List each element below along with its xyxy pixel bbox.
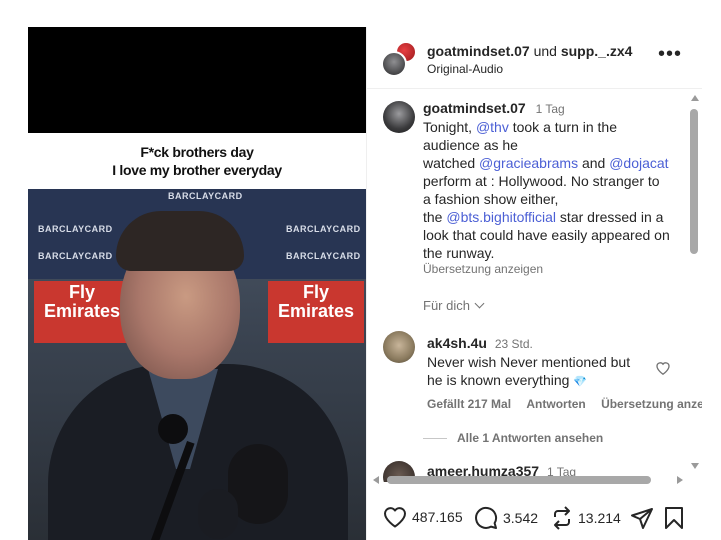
- header-connector: und: [533, 43, 557, 59]
- like-button[interactable]: 487.165: [383, 506, 463, 528]
- header-usernames: goatmindset.07 und supp._.zx4: [427, 43, 632, 59]
- mention-link[interactable]: @gracieabrams: [479, 155, 578, 171]
- repost-icon: [554, 506, 570, 530]
- header-collaborator-link[interactable]: supp._.zx4: [561, 43, 633, 59]
- translate-link[interactable]: Übersetzung anzeigen: [423, 262, 543, 276]
- fly-text: Fly: [68, 282, 95, 302]
- caption-line: look that could have easily appeared on: [423, 227, 670, 243]
- post-header: goatmindset.07 und supp._.zx4 Original-A…: [367, 27, 702, 89]
- microphone-3: [198, 489, 238, 539]
- paper-plane-icon: [631, 508, 653, 529]
- reel-video[interactable]: F*ck brothers day I love my brother ever…: [28, 27, 366, 540]
- caption-line: a fashion show either,: [423, 191, 559, 207]
- caption-line-2: I love my brother everyday: [112, 162, 282, 178]
- banner-text-5: BARCLAYCARD: [286, 251, 361, 261]
- comments-scroll-area[interactable]: goatmindset.07 1 Tag Tonight, @thv took …: [367, 89, 702, 482]
- post-action-bar: 487.165 3.542 13.214: [367, 500, 702, 540]
- emirates-text: Emirates: [43, 301, 121, 321]
- gem-emoji: 💎: [573, 376, 588, 388]
- comment-button[interactable]: 3.542: [474, 506, 538, 530]
- banner-text-4: BARCLAYCARD: [38, 251, 113, 261]
- scrollbar-thumb[interactable]: [690, 109, 698, 254]
- comment-icon: [475, 506, 498, 529]
- mention-link[interactable]: @thv: [476, 119, 509, 135]
- horizontal-scrollbar[interactable]: [373, 475, 683, 485]
- for-you-dropdown[interactable]: Für dich: [423, 298, 485, 313]
- emirates-text: Emirates: [277, 301, 355, 321]
- save-button[interactable]: [664, 506, 684, 530]
- scroll-left-arrow-icon[interactable]: [373, 476, 379, 484]
- comment-translate-link[interactable]: Übersetzung anze: [601, 397, 702, 411]
- more-options-icon[interactable]: •••: [658, 44, 682, 64]
- comment: ak4sh.4u 23 Std. Never wish Never mentio…: [427, 334, 647, 391]
- caption-line-1: F*ck brothers day: [140, 144, 254, 160]
- audio-link[interactable]: Original-Audio: [427, 62, 503, 76]
- video-frame: BARCLAYCARD BARCLAYCARD BARCLAYCARD BARC…: [28, 189, 366, 540]
- mention-link[interactable]: @dojacat: [609, 155, 668, 171]
- sponsor-board-left: Fly Emirates: [34, 281, 130, 343]
- microphone: [158, 414, 188, 444]
- view-replies-button[interactable]: Alle 1 Antworten ansehen: [423, 431, 603, 445]
- share-button[interactable]: [630, 506, 654, 530]
- bookmark-icon: [665, 507, 683, 529]
- heart-icon: [384, 507, 406, 528]
- like-comment-heart-icon[interactable]: [655, 360, 671, 380]
- chevron-down-icon: [474, 298, 485, 309]
- caption-line: watched @gracieabrams and @dojacat: [423, 155, 669, 171]
- comment-time: 23 Std.: [494, 337, 533, 351]
- video-caption: F*ck brothers day I love my brother ever…: [28, 133, 366, 189]
- post-username-link[interactable]: goatmindset.07: [423, 100, 526, 116]
- avatar[interactable]: [383, 101, 415, 133]
- caption-line: perform at : Hollywood. No stranger to: [423, 173, 660, 189]
- comment-text: Never wish Never mentioned but: [427, 354, 631, 370]
- avatar[interactable]: [383, 331, 415, 363]
- comment-actions: Gefällt 217 Mal Antworten Übersetzung an…: [427, 397, 702, 411]
- comment-text: he is known everything: [427, 372, 570, 388]
- post-caption: goatmindset.07 1 Tag Tonight, @thv took …: [423, 99, 679, 262]
- like-count: 487.165: [412, 509, 463, 525]
- sponsor-board-right: Fly Emirates: [268, 281, 364, 343]
- comment-username-link[interactable]: ak4sh.4u: [427, 335, 487, 351]
- divider: [423, 438, 447, 440]
- banner-text-1: BARCLAYCARD: [168, 191, 243, 201]
- post-time: 1 Tag: [535, 102, 565, 116]
- banner-text-3: BARCLAYCARD: [286, 224, 361, 234]
- for-you-label: Für dich: [423, 298, 470, 313]
- reply-button[interactable]: Antworten: [526, 397, 585, 411]
- scroll-up-arrow-icon[interactable]: [691, 95, 699, 101]
- fly-text: Fly: [302, 282, 329, 302]
- caption-line: the runway.: [423, 245, 495, 261]
- vertical-scrollbar[interactable]: [690, 93, 700, 471]
- scrollbar-thumb[interactable]: [387, 476, 651, 484]
- caption-line: Tonight, @thv took a turn in the: [423, 119, 618, 135]
- person-hair: [116, 211, 244, 271]
- comment-count: 3.542: [503, 510, 539, 526]
- repost-count: 13.214: [578, 510, 621, 526]
- header-username-link[interactable]: goatmindset.07: [427, 43, 530, 59]
- caption-line: audience as he: [423, 137, 518, 153]
- caption-line: the @bts.bighitofficial star dressed in …: [423, 209, 664, 225]
- collab-avatars[interactable]: [381, 41, 417, 77]
- scroll-down-arrow-icon[interactable]: [691, 463, 699, 469]
- post-sidebar: goatmindset.07 und supp._.zx4 Original-A…: [366, 27, 702, 540]
- avatar: [381, 51, 407, 77]
- comment-likes-count[interactable]: Gefällt 217 Mal: [427, 397, 511, 411]
- repost-button[interactable]: 13.214: [551, 506, 621, 530]
- scroll-right-arrow-icon[interactable]: [677, 476, 683, 484]
- banner-text-2: BARCLAYCARD: [38, 224, 113, 234]
- mention-link[interactable]: @bts.bighitofficial: [446, 209, 556, 225]
